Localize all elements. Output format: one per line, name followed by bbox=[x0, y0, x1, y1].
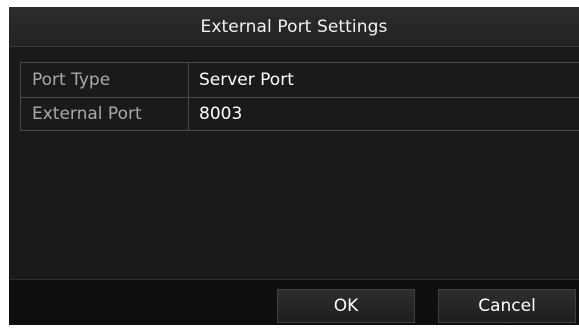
external-port-settings-dialog: External Port Settings Port Type Server … bbox=[9, 7, 579, 325]
port-type-label: Port Type bbox=[21, 63, 189, 97]
settings-table: Port Type Server Port External Port 8003 bbox=[20, 62, 579, 131]
external-port-row: External Port 8003 bbox=[21, 98, 579, 131]
dialog-title: External Port Settings bbox=[200, 16, 388, 37]
dialog-footer: OK Cancel bbox=[9, 279, 579, 325]
dialog-titlebar: External Port Settings bbox=[9, 7, 579, 47]
port-type-row: Port Type Server Port bbox=[21, 63, 579, 98]
port-type-value[interactable]: Server Port bbox=[189, 63, 579, 97]
ok-button[interactable]: OK bbox=[277, 289, 415, 323]
external-port-field[interactable]: 8003 bbox=[189, 98, 579, 130]
settings-panel: Port Type Server Port External Port 8003 bbox=[9, 47, 579, 279]
cancel-button[interactable]: Cancel bbox=[438, 289, 576, 323]
external-port-label: External Port bbox=[21, 98, 189, 130]
